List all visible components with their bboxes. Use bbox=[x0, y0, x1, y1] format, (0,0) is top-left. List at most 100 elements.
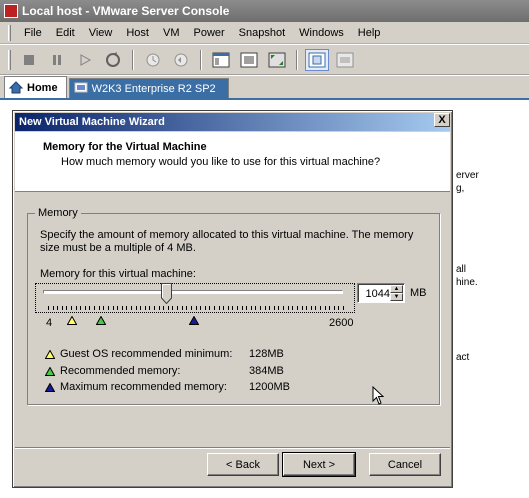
slider-tick bbox=[301, 306, 303, 310]
spin-up-icon[interactable]: ▲ bbox=[390, 285, 403, 293]
console-view-icon[interactable] bbox=[209, 49, 233, 71]
fullscreen-icon[interactable] bbox=[237, 49, 261, 71]
tab-home[interactable]: Home bbox=[4, 76, 67, 98]
new-vm-wizard-dialog: New Virtual Machine Wizard X Memory for … bbox=[12, 110, 453, 488]
memory-groupbox-label: Memory bbox=[35, 207, 81, 219]
legend-guest-min-value: 128MB bbox=[249, 348, 284, 360]
vmware-app-icon bbox=[4, 4, 18, 18]
memory-size-spinner[interactable]: ▲ ▼ bbox=[357, 283, 405, 303]
slider-tick bbox=[227, 306, 229, 310]
guest-min-marker-icon bbox=[67, 316, 78, 325]
legend-recommended-label: Recommended memory: bbox=[60, 365, 181, 377]
tab-vm-w2k3[interactable]: W2K3 Enterprise R2 SP2 bbox=[68, 78, 229, 98]
slider-tick bbox=[66, 306, 68, 310]
next-button[interactable]: Next > bbox=[282, 452, 356, 477]
slider-tick bbox=[135, 306, 137, 310]
slider-tick bbox=[172, 306, 174, 310]
pause-icon[interactable] bbox=[45, 49, 69, 71]
slider-tick bbox=[126, 306, 128, 310]
dialog-title: New Virtual Machine Wizard bbox=[19, 116, 165, 128]
slider-tick bbox=[338, 306, 340, 310]
menu-snapshot[interactable]: Snapshot bbox=[232, 25, 292, 41]
slider-tick bbox=[167, 306, 169, 310]
slider-tick bbox=[103, 306, 105, 310]
menu-power[interactable]: Power bbox=[186, 25, 231, 41]
slider-tick bbox=[121, 306, 123, 310]
slider-tick bbox=[310, 306, 312, 310]
quick-switch-icon[interactable] bbox=[265, 49, 289, 71]
slider-tick bbox=[273, 306, 275, 310]
background-text-fragment: g, bbox=[456, 183, 465, 194]
menu-file[interactable]: File bbox=[17, 25, 49, 41]
memory-size-input[interactable] bbox=[360, 286, 390, 301]
revert-icon[interactable] bbox=[169, 49, 193, 71]
slider-tick bbox=[98, 306, 100, 310]
memory-slider-thumb[interactable] bbox=[161, 283, 173, 304]
toolbar bbox=[0, 45, 529, 75]
recommended-marker-icon bbox=[96, 316, 107, 325]
slider-tick bbox=[209, 306, 211, 310]
toolbar-grip bbox=[8, 49, 11, 70]
slider-tick bbox=[177, 306, 179, 310]
home-icon bbox=[9, 81, 23, 94]
spin-down-icon[interactable]: ▼ bbox=[390, 293, 403, 301]
tab-bar: Home W2K3 Enterprise R2 SP2 bbox=[0, 76, 529, 100]
slider-tick bbox=[306, 306, 308, 310]
mouse-cursor-icon bbox=[372, 386, 385, 405]
memory-slider-label: Memory for this virtual machine: bbox=[40, 268, 196, 280]
memory-slider-track[interactable] bbox=[43, 290, 343, 294]
slider-tick bbox=[292, 306, 294, 310]
cancel-button[interactable]: Cancel bbox=[369, 453, 441, 476]
slider-tick bbox=[232, 306, 234, 310]
slider-tick bbox=[218, 306, 220, 310]
slider-tick bbox=[158, 306, 160, 310]
slider-tick bbox=[80, 306, 82, 310]
menu-view[interactable]: View bbox=[82, 25, 120, 41]
slider-tick bbox=[149, 306, 151, 310]
slider-tick bbox=[71, 306, 73, 310]
slider-tick bbox=[333, 306, 335, 310]
slider-tick bbox=[61, 306, 63, 310]
slider-tick bbox=[269, 306, 271, 310]
slider-tick bbox=[163, 306, 165, 310]
background-text-fragment: all bbox=[456, 264, 467, 275]
yellow-triangle-icon bbox=[45, 349, 55, 359]
slider-tick bbox=[329, 306, 331, 310]
menu-vm[interactable]: VM bbox=[156, 25, 187, 41]
slider-tick bbox=[107, 306, 109, 310]
slider-tick bbox=[246, 306, 248, 310]
menu-host[interactable]: Host bbox=[119, 25, 156, 41]
appliance-view-icon[interactable] bbox=[333, 49, 357, 71]
legend-guest-min-label: Guest OS recommended minimum: bbox=[60, 348, 233, 360]
blue-triangle-icon bbox=[45, 382, 55, 392]
summary-view-icon[interactable] bbox=[305, 48, 329, 71]
toolbar-separator bbox=[132, 49, 134, 70]
back-button[interactable]: < Back bbox=[207, 453, 279, 476]
slider-tick bbox=[204, 306, 206, 310]
reset-icon[interactable] bbox=[101, 49, 125, 71]
slider-tick bbox=[278, 306, 280, 310]
legend-maximum: Maximum recommended memory: bbox=[45, 381, 227, 393]
memory-slider-ticks bbox=[48, 306, 348, 311]
background-text-fragment: hine. bbox=[456, 277, 478, 288]
tab-home-label: Home bbox=[27, 81, 58, 94]
legend-maximum-value: 1200MB bbox=[249, 381, 290, 393]
dialog-titlebar: New Virtual Machine Wizard bbox=[15, 113, 450, 131]
stop-icon[interactable] bbox=[17, 49, 41, 71]
slider-tick bbox=[52, 306, 54, 310]
close-icon[interactable]: X bbox=[434, 113, 450, 127]
snapshot-icon[interactable] bbox=[141, 49, 165, 71]
slider-tick bbox=[117, 306, 119, 310]
menu-help[interactable]: Help bbox=[351, 25, 388, 41]
wizard-step-subtitle: How much memory would you like to use fo… bbox=[61, 156, 381, 168]
green-triangle-icon bbox=[45, 366, 55, 376]
back-button-label: < Back bbox=[226, 458, 260, 471]
play-icon[interactable] bbox=[73, 49, 97, 71]
wizard-step-title: Memory for the Virtual Machine bbox=[43, 141, 207, 153]
next-button-label: Next > bbox=[302, 458, 336, 471]
slider-tick bbox=[236, 306, 238, 310]
menu-windows[interactable]: Windows bbox=[292, 25, 351, 41]
slider-tick bbox=[241, 306, 243, 310]
spinner-arrows: ▲ ▼ bbox=[390, 285, 403, 302]
menu-edit[interactable]: Edit bbox=[49, 25, 82, 41]
